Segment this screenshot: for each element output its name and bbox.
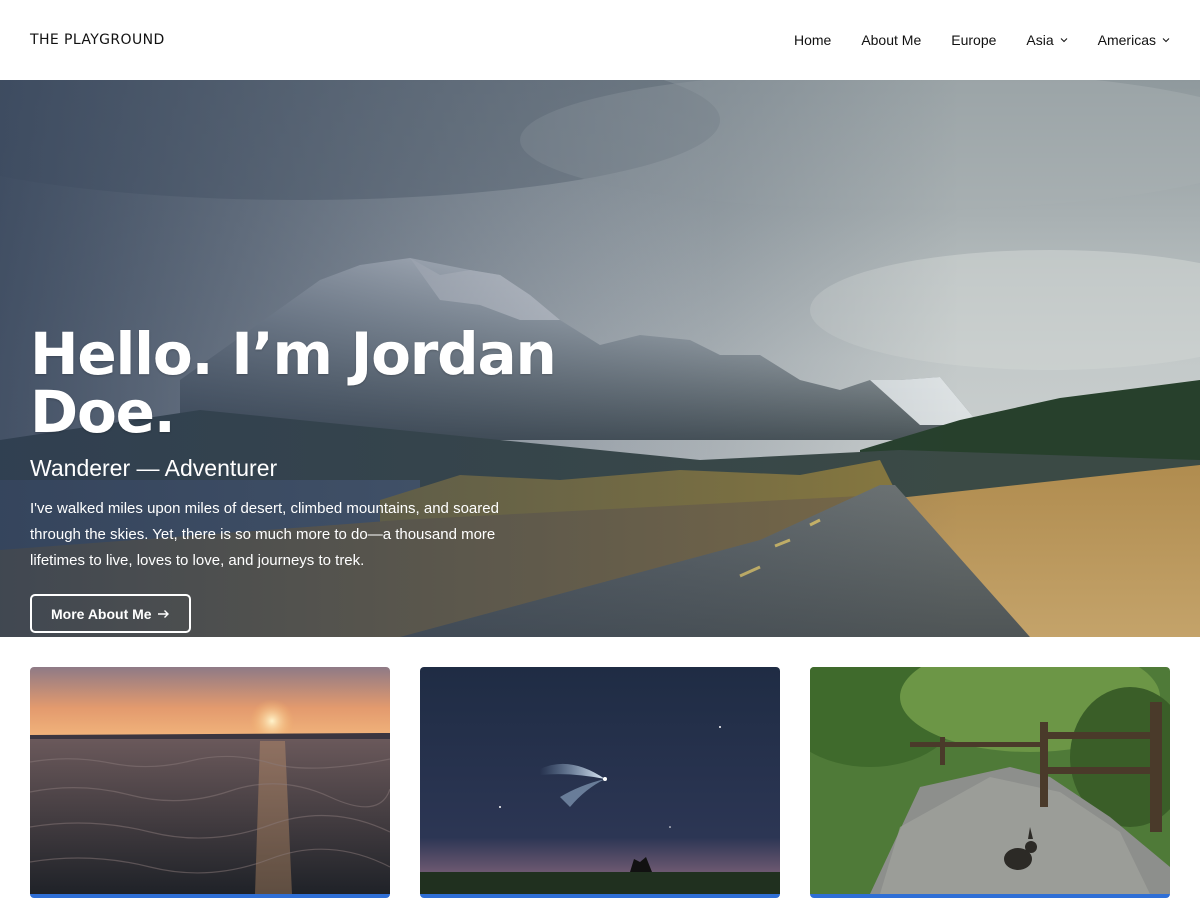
nav-item-label: Asia bbox=[1026, 32, 1054, 48]
nav-item-asia[interactable]: Asia bbox=[1026, 32, 1067, 48]
nav-item-label: Europe bbox=[951, 32, 997, 48]
nav-item-europe[interactable]: Europe bbox=[951, 32, 996, 48]
nav-item-label: Home bbox=[793, 32, 832, 48]
post-card-night-sky[interactable] bbox=[420, 667, 780, 898]
arrow-right-icon bbox=[157, 606, 170, 622]
nav-item-about-me[interactable]: About Me bbox=[861, 32, 921, 48]
main-nav: Home About Me Europe Asia Americas bbox=[764, 32, 1170, 48]
chevron-down-icon bbox=[1162, 36, 1170, 44]
site-title-link[interactable]: THE PLAYGROUND bbox=[30, 32, 165, 48]
hero-title: Hello. I’m Jordan Doe. bbox=[30, 320, 557, 446]
card-accent-bar bbox=[420, 894, 780, 898]
post-card-sunset[interactable] bbox=[30, 667, 390, 898]
chevron-down-icon bbox=[1060, 36, 1068, 44]
featured-posts-grid bbox=[30, 667, 1170, 900]
nav-item-label: Americas bbox=[1097, 32, 1156, 48]
button-label: More About Me bbox=[51, 605, 152, 622]
nav-item-americas[interactable]: Americas bbox=[1098, 32, 1170, 48]
hero-subtitle: Wanderer — Adventurer bbox=[30, 455, 278, 481]
card-accent-bar bbox=[30, 894, 390, 898]
more-about-me-button[interactable]: More About Me bbox=[30, 594, 191, 633]
nav-item-home[interactable]: Home bbox=[794, 32, 831, 48]
nav-item-label: About Me bbox=[861, 32, 922, 48]
forest-path-rabbit-image bbox=[810, 667, 1170, 894]
night-sky-rocket-image bbox=[420, 667, 780, 894]
site-header: THE PLAYGROUND Home About Me Europe Asia… bbox=[0, 0, 1200, 80]
hero-content: Hello. I’m Jordan Doe. Wanderer — Advent… bbox=[30, 325, 650, 633]
card-accent-bar bbox=[810, 894, 1170, 898]
hero-body-text: I've walked miles upon miles of desert, … bbox=[30, 500, 499, 569]
post-card-forest-path[interactable] bbox=[810, 667, 1170, 898]
sunset-over-water-image bbox=[30, 667, 390, 894]
hero-section: Hello. I’m Jordan Doe. Wanderer — Advent… bbox=[0, 80, 1200, 637]
